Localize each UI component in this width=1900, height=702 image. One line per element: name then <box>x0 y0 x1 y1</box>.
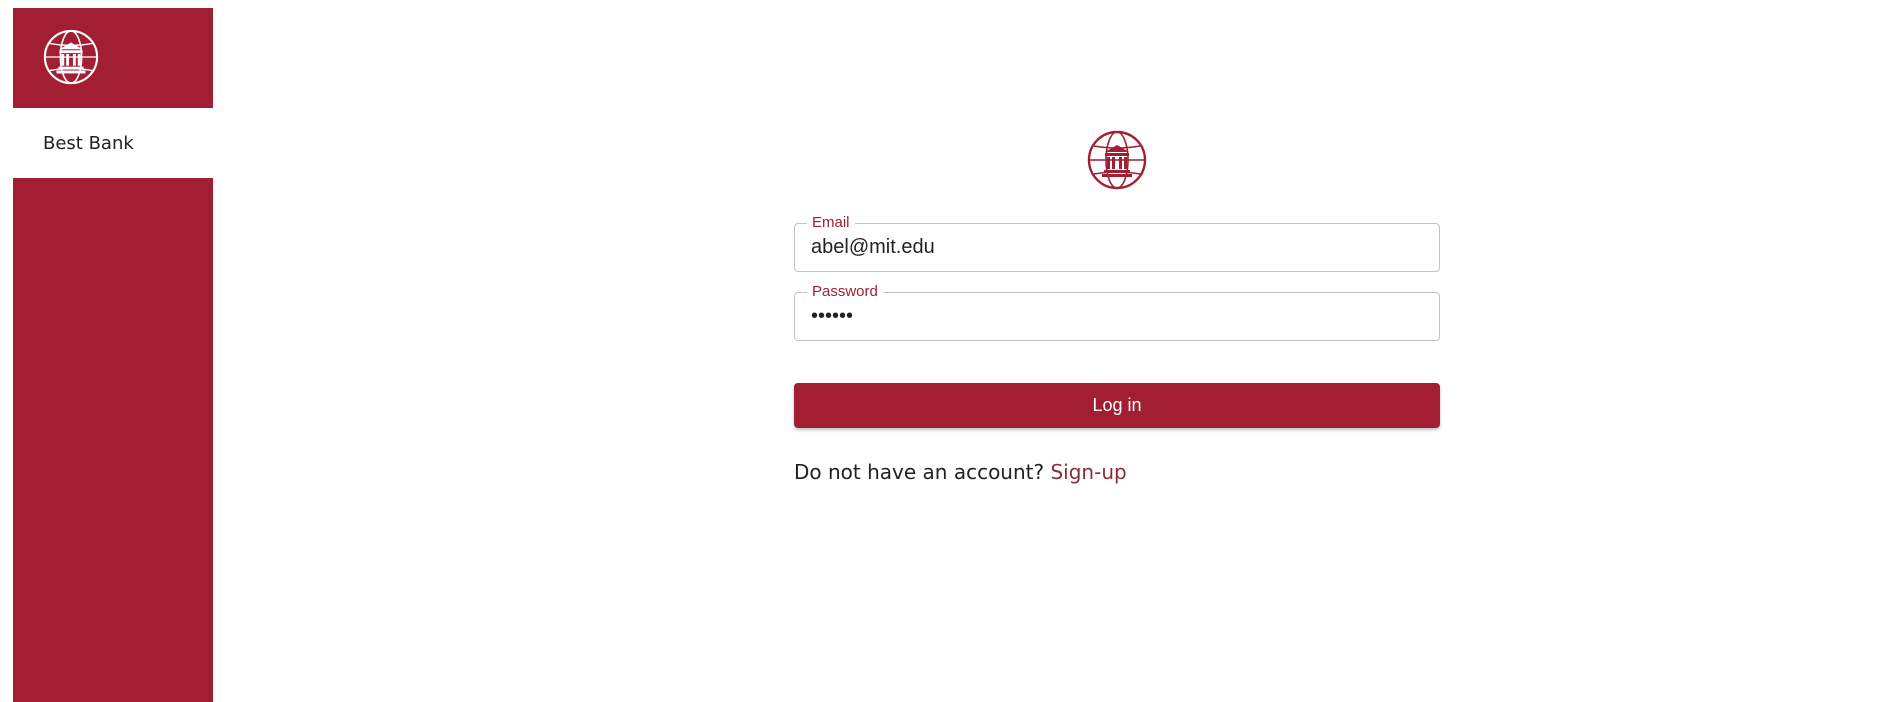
sidebar-brand-label: Best Bank <box>43 132 134 154</box>
email-input[interactable] <box>795 224 1439 271</box>
bank-globe-icon[interactable] <box>42 28 100 86</box>
password-input[interactable] <box>795 293 1439 340</box>
login-button[interactable]: Log in <box>794 383 1440 428</box>
signup-prompt: Do not have an account? <box>794 460 1045 484</box>
sidebar: Best Bank <box>13 8 213 702</box>
signup-prompt-line: Do not have an account? Sign-up <box>794 460 1127 484</box>
sidebar-item-best-bank[interactable]: Best Bank <box>13 108 213 178</box>
signup-link[interactable]: Sign-up <box>1050 460 1126 484</box>
bank-globe-icon <box>1087 130 1147 190</box>
email-field[interactable]: Email <box>794 215 1440 272</box>
sidebar-header <box>13 8 213 108</box>
password-field[interactable]: Password <box>794 284 1440 341</box>
